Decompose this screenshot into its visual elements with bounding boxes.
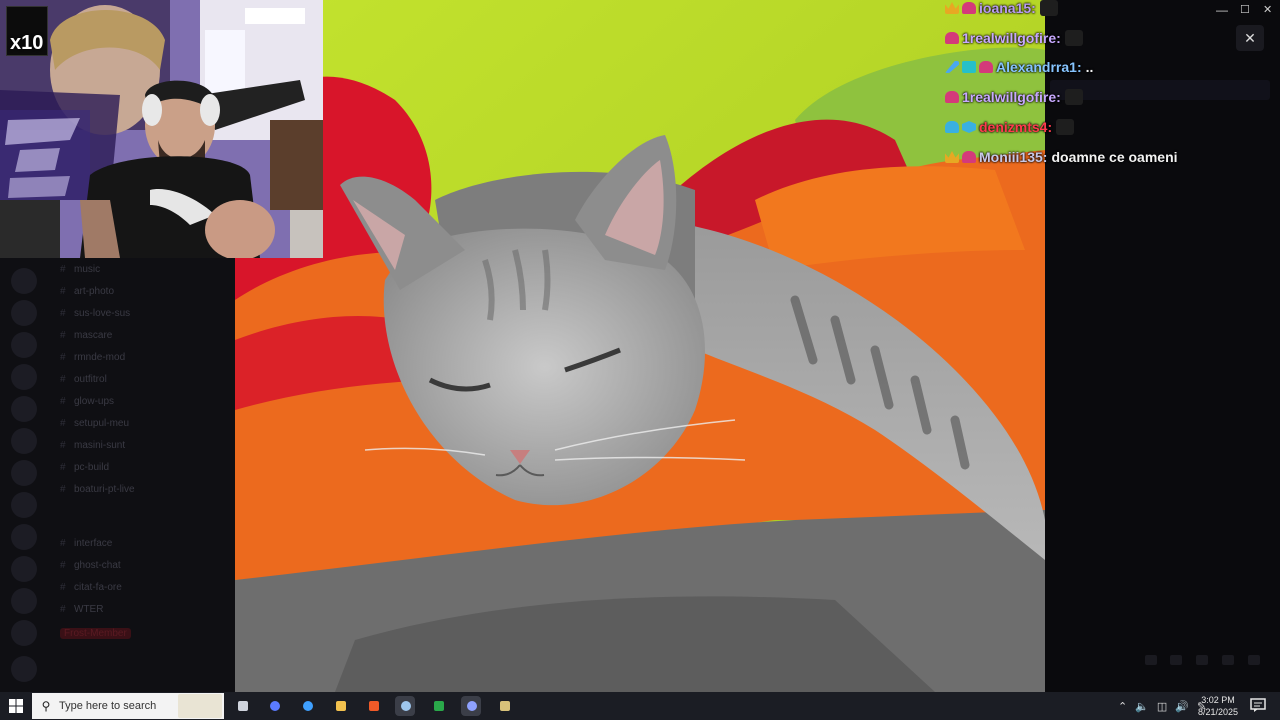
- server-icon[interactable]: [11, 524, 37, 550]
- crown-badge-icon: [945, 2, 959, 14]
- search-placeholder: Type here to search: [59, 700, 157, 712]
- volume-icon[interactable]: 🔊: [1175, 700, 1189, 713]
- server-icon[interactable]: [11, 588, 37, 614]
- chevron-up-icon[interactable]: ⌃: [1118, 700, 1127, 713]
- copilot-app-icon[interactable]: [297, 696, 317, 716]
- server-icon[interactable]: [11, 460, 37, 486]
- emote-icon: [1064, 30, 1083, 46]
- chat-text: ..: [1085, 59, 1094, 75]
- faint-icon: [1222, 655, 1234, 665]
- server-icon[interactable]: [11, 396, 37, 422]
- multiplier-badge: x10: [10, 32, 44, 54]
- task-view-icon[interactable]: [232, 696, 252, 716]
- chat-message: Moniii135: doamne ce oameni: [945, 149, 1178, 165]
- channel-item[interactable]: # citat-fa-ore: [60, 582, 122, 593]
- file-explorer-icon[interactable]: [330, 696, 350, 716]
- chat-message: denizmts4:: [945, 119, 1075, 135]
- window-close-button[interactable]: ✕: [1263, 3, 1272, 16]
- start-button[interactable]: [0, 692, 32, 720]
- server-icon[interactable]: [11, 556, 37, 582]
- channel-item[interactable]: # glow-ups: [60, 396, 114, 407]
- channel-item[interactable]: # masini-sunt: [60, 440, 125, 451]
- copilot-icon[interactable]: [264, 696, 284, 716]
- sword-badge-icon: [945, 61, 959, 73]
- cat-photo: [235, 0, 1045, 692]
- channel-item[interactable]: # sus-love-sus: [60, 308, 130, 319]
- server-icon[interactable]: [11, 332, 37, 358]
- crown-badge-icon: [945, 151, 959, 163]
- chat-message: ioana15:: [945, 0, 1058, 16]
- channel-item[interactable]: # boaturi-pt-live: [60, 484, 135, 495]
- clock-time: 3:02 PM: [1201, 695, 1235, 705]
- chat-username[interactable]: ioana15: [979, 0, 1031, 16]
- windows-icon: [9, 699, 23, 713]
- emote-icon: [1064, 89, 1083, 105]
- clock-date: 8/21/2025: [1197, 707, 1239, 717]
- chat-username[interactable]: Moniii135: [979, 149, 1043, 165]
- channel-item[interactable]: # rmnde-mod: [60, 352, 125, 363]
- cube-badge-icon: [962, 121, 976, 133]
- channel-item[interactable]: # pc-build: [60, 462, 109, 473]
- server-icon[interactable]: [11, 492, 37, 518]
- window-maximize-button[interactable]: ☐: [1240, 3, 1250, 16]
- other-app-icon[interactable]: [494, 696, 514, 716]
- window-minimize-button[interactable]: —: [1216, 3, 1228, 17]
- network-icon[interactable]: ◫: [1157, 700, 1167, 713]
- ghost-badge-icon: [962, 2, 976, 14]
- ghost-badge-icon: [945, 121, 959, 133]
- server-icon[interactable]: [11, 300, 37, 326]
- speaker-icon[interactable]: 🔈: [1135, 700, 1149, 713]
- avatar[interactable]: [11, 656, 37, 682]
- ghost-badge-icon: [945, 91, 959, 103]
- emote-icon: [1056, 119, 1075, 135]
- faint-toolbar: [1050, 80, 1270, 100]
- channel-item[interactable]: Frost-Member: [60, 628, 131, 639]
- faint-icon: [1170, 655, 1182, 665]
- chat-text: doamne ce oameni: [1051, 149, 1178, 165]
- taskbar-search-input[interactable]: ⚲ Type here to search: [32, 693, 224, 719]
- xbox-app-icon[interactable]: [428, 696, 448, 716]
- system-tray: ⌃ 🔈 ◫ 🔊 ✎: [1118, 692, 1206, 720]
- overlay-close-button[interactable]: ✕: [1236, 25, 1264, 51]
- notification-icon[interactable]: [1250, 698, 1266, 712]
- webcam-overlay: x10: [0, 0, 323, 258]
- steam-icon[interactable]: [395, 696, 415, 716]
- channel-item[interactable]: # setupul-meu: [60, 418, 129, 429]
- chat-username[interactable]: 1realwillgofire: [962, 30, 1056, 46]
- channel-item[interactable]: # outfitrol: [60, 374, 107, 385]
- chat-username[interactable]: denizmts4: [979, 119, 1047, 135]
- taskbar-clock[interactable]: 3:02 PM 8/21/2025: [1196, 694, 1240, 718]
- chat-message: 1realwillgofire:: [945, 30, 1083, 46]
- server-icon[interactable]: [11, 364, 37, 390]
- server-icon[interactable]: [11, 268, 37, 294]
- taskbar: ⚲ Type here to search ⌃ 🔈 ◫ 🔊 ✎ 3:02 PM …: [0, 692, 1280, 720]
- brave-icon[interactable]: [363, 696, 383, 716]
- channel-item[interactable]: # ghost-chat: [60, 560, 121, 571]
- chat-message: 1realwillgofire:: [945, 89, 1083, 105]
- chat-username[interactable]: 1realwillgofire: [962, 89, 1056, 105]
- channel-item[interactable]: # music: [60, 264, 100, 275]
- grid-badge-icon: [962, 61, 976, 73]
- channel-item[interactable]: # art-photo: [60, 286, 114, 297]
- chat-message: Alexandrra1: ..: [945, 59, 1093, 75]
- search-highlight-image: [178, 694, 222, 718]
- discord-icon[interactable]: [461, 696, 481, 716]
- server-icon[interactable]: [11, 620, 37, 646]
- server-icon[interactable]: [11, 428, 37, 454]
- ghost-badge-icon: [979, 61, 993, 73]
- faint-icon: [1145, 655, 1157, 665]
- chat-username[interactable]: Alexandrra1: [996, 59, 1077, 75]
- ghost-badge-icon: [962, 151, 976, 163]
- faint-icon: [1196, 655, 1208, 665]
- channel-item[interactable]: # WTER: [60, 604, 103, 615]
- search-icon: ⚲: [41, 699, 51, 713]
- faint-icon: [1248, 655, 1260, 665]
- channel-item[interactable]: # mascare: [60, 330, 112, 341]
- ghost-badge-icon: [945, 32, 959, 44]
- channel-sidebar: # music # art-photo # sus-love-sus # mascare…: [0, 258, 235, 692]
- emote-icon: [1039, 0, 1058, 16]
- channel-item[interactable]: # interface: [60, 538, 112, 549]
